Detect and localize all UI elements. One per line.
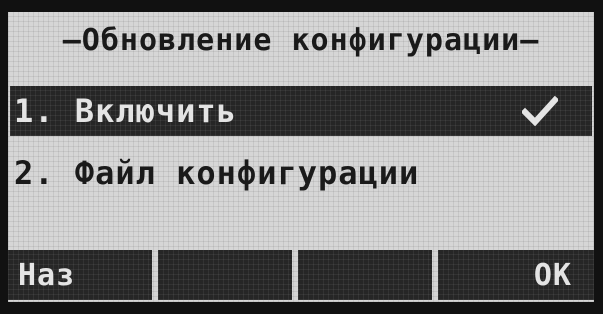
lcd-screen: —Обновление конфигурации— 1. Включить 2.… <box>8 12 594 302</box>
softkey-3[interactable] <box>298 250 432 300</box>
menu-item-config-file[interactable]: 2. Файл конфигурации <box>10 148 592 198</box>
back-softkey[interactable]: Наз <box>8 250 152 300</box>
menu-item-label: 1. Включить <box>14 92 237 130</box>
page-title: —Обновление конфигурации— <box>62 22 540 58</box>
phone-bezel: —Обновление конфигурации— 1. Включить 2.… <box>0 0 603 314</box>
softkey-bar: Наз OK <box>8 250 594 300</box>
checkmark-icon <box>522 96 558 126</box>
menu-item-label: 2. Файл конфигурации <box>14 154 420 192</box>
ok-softkey[interactable]: OK <box>438 250 594 300</box>
menu-item-enable[interactable]: 1. Включить <box>10 86 592 136</box>
softkey-2[interactable] <box>158 250 292 300</box>
screen-header: —Обновление конфигурации— <box>8 12 594 68</box>
